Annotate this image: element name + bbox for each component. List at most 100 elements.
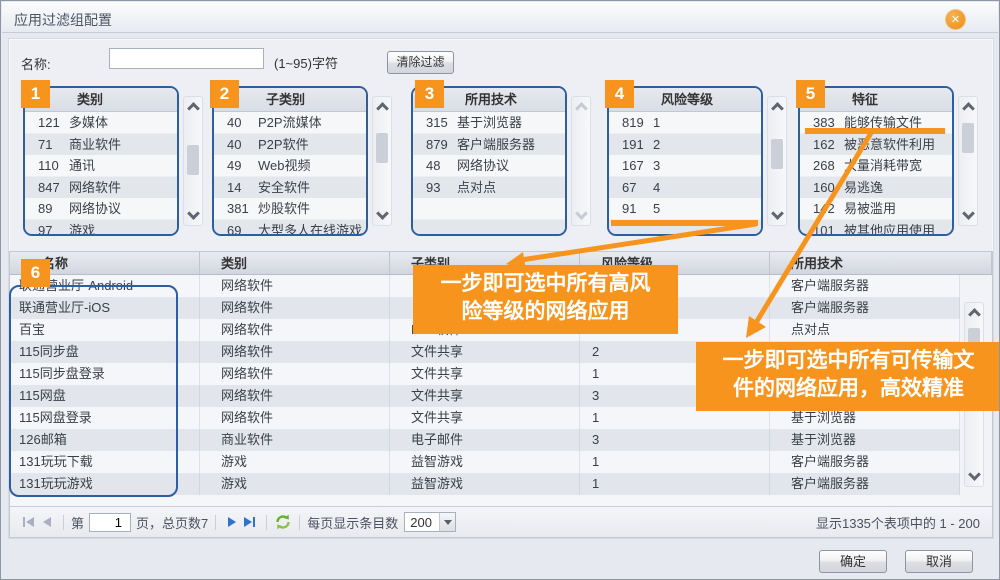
scrollbar[interactable] [958,96,978,226]
list-item[interactable]: 191 2 [609,134,761,156]
item-count: 89 [25,198,69,220]
scroll-down-icon[interactable] [968,468,981,481]
list-item[interactable]: 40 P2P软件 [214,134,366,156]
list-item[interactable]: 142 易被滥用 [800,198,952,220]
cell-subcategory: 电子邮件 [390,429,580,451]
per-page-select[interactable]: 200 [404,512,456,532]
divider [266,515,267,530]
header-cell-category: 类别 [200,252,390,274]
scroll-down-icon[interactable] [187,207,200,220]
step-badge-4: 4 [605,80,634,108]
scrollbar-thumb[interactable] [962,123,974,153]
item-count: 101 [800,220,844,237]
scrollbar [571,96,591,226]
list-item[interactable]: 315 基于浏览器 [413,112,565,134]
page-input[interactable] [89,513,131,532]
per-page-value: 200 [405,515,439,530]
list-item[interactable]: 40 P2P流媒体 [214,112,366,134]
list-item[interactable]: 71 商业软件 [25,134,177,156]
item-count: 110 [25,155,69,177]
item-label: 游戏 [69,220,177,237]
list-item[interactable]: 97 游戏 [25,220,177,237]
cell-risk: 1 [580,473,770,495]
list-item[interactable]: 162 被恶意软件利用 [800,134,952,156]
list-item[interactable]: 93 点对点 [413,177,565,199]
list-item[interactable]: 121 多媒体 [25,112,177,134]
range-text: 显示1335个表项中的 1 - 200 [816,513,980,532]
step-badge-6: 6 [21,259,50,287]
list-item[interactable]: 89 网络协议 [25,198,177,220]
listbox-technology: 所用技术 315 基于浏览器 879 客户端服务器 48 网络协议 [411,86,567,236]
scroll-down-icon[interactable] [771,207,784,220]
list-item[interactable]: 110 通讯 [25,155,177,177]
list-item[interactable]: 49 Web视频 [214,155,366,177]
list-item[interactable]: 14 安全软件 [214,177,366,199]
list-item[interactable]: 268 大量消耗带宽 [800,155,952,177]
item-count: 819 [609,112,653,134]
list-item[interactable]: 91 5 [609,198,761,220]
list-item[interactable]: 383 能够传输文件 [800,112,952,134]
scrollbar-thumb[interactable] [187,145,199,175]
name-input[interactable] [109,48,264,69]
close-button[interactable]: ✕ [945,9,966,30]
cancel-button[interactable]: 取消 [905,550,973,573]
scrollbar-thumb[interactable] [771,139,783,169]
scroll-up-icon[interactable] [187,102,200,115]
scroll-up-icon[interactable] [968,308,981,321]
refresh-button[interactable] [274,513,292,531]
clear-filter-button[interactable]: 清除过滤 [387,51,454,74]
item-label: 网络协议 [457,155,565,177]
item-count: 121 [25,112,69,134]
list-item[interactable]: 167 3 [609,155,761,177]
step-badge-5: 5 [796,80,825,108]
pager-bar: 第 页，总页数7 每页显示条目数 200 [10,506,992,537]
list-item[interactable]: 847 网络软件 [25,177,177,199]
table-row[interactable]: 131玩玩下载 游戏 益智游戏 1 客户端服务器 [10,451,960,473]
table-row[interactable]: 126邮箱 商业软件 电子邮件 3 基于浏览器 [10,429,960,451]
item-count: 71 [25,134,69,156]
step-badge-2: 2 [210,80,239,108]
list-item[interactable]: 67 4 [609,177,761,199]
pager-last-button[interactable] [241,513,259,531]
item-label: 商业软件 [69,134,177,156]
cell-category: 网络软件 [200,341,390,363]
pager-first-button[interactable] [20,513,38,531]
scroll-up-icon[interactable] [376,102,389,115]
scroll-down-icon[interactable] [962,207,975,220]
scroll-down-icon[interactable] [376,207,389,220]
list-item[interactable]: 819 1 [609,112,761,134]
cell-name: 115同步盘 [10,341,200,363]
listbox-feature: 特征 383 能够传输文件 162 被恶意软件利用 268 大量消耗带宽 [798,86,954,236]
list-item[interactable]: 381 炒股软件 [214,198,366,220]
item-label: 被恶意软件利用 [844,134,952,156]
list-item[interactable]: 160 易逃逸 [800,177,952,199]
item-label: 客户端服务器 [457,134,565,156]
scroll-up-icon[interactable] [962,102,975,115]
list-item[interactable]: 69 大型多人在线游戏 [214,220,366,237]
table-row[interactable]: 131玩玩游戏 游戏 益智游戏 1 客户端服务器 [10,473,960,495]
cell-category: 网络软件 [200,385,390,407]
next-page-icon [226,516,238,528]
list-item[interactable]: 101 被其他应用使用 [800,220,952,237]
scrollbar-thumb[interactable] [376,133,388,163]
cell-subcategory: 文件共享 [390,385,580,407]
item-count: 162 [800,134,844,156]
scrollbar[interactable] [183,96,203,226]
ok-button[interactable]: 确定 [819,550,887,573]
list-item[interactable]: 879 客户端服务器 [413,134,565,156]
divider [63,515,64,530]
cell-name: 126邮箱 [10,429,200,451]
scrollbar[interactable] [372,96,392,226]
cell-name: 115网盘登录 [10,407,200,429]
pager-next-button[interactable] [223,513,241,531]
name-label: 名称: [21,54,51,73]
item-label: 点对点 [457,177,565,199]
pager-prev-button[interactable] [38,513,56,531]
note-feature: 一步即可选中所有可传输文 件的网络应用，高效精准 [696,342,1000,411]
item-label: 网络软件 [69,177,177,199]
cell-category: 网络软件 [200,363,390,385]
item-label: 被其他应用使用 [844,220,952,237]
scroll-up-icon[interactable] [771,102,784,115]
list-item[interactable]: 48 网络协议 [413,155,565,177]
scrollbar[interactable] [767,96,787,226]
